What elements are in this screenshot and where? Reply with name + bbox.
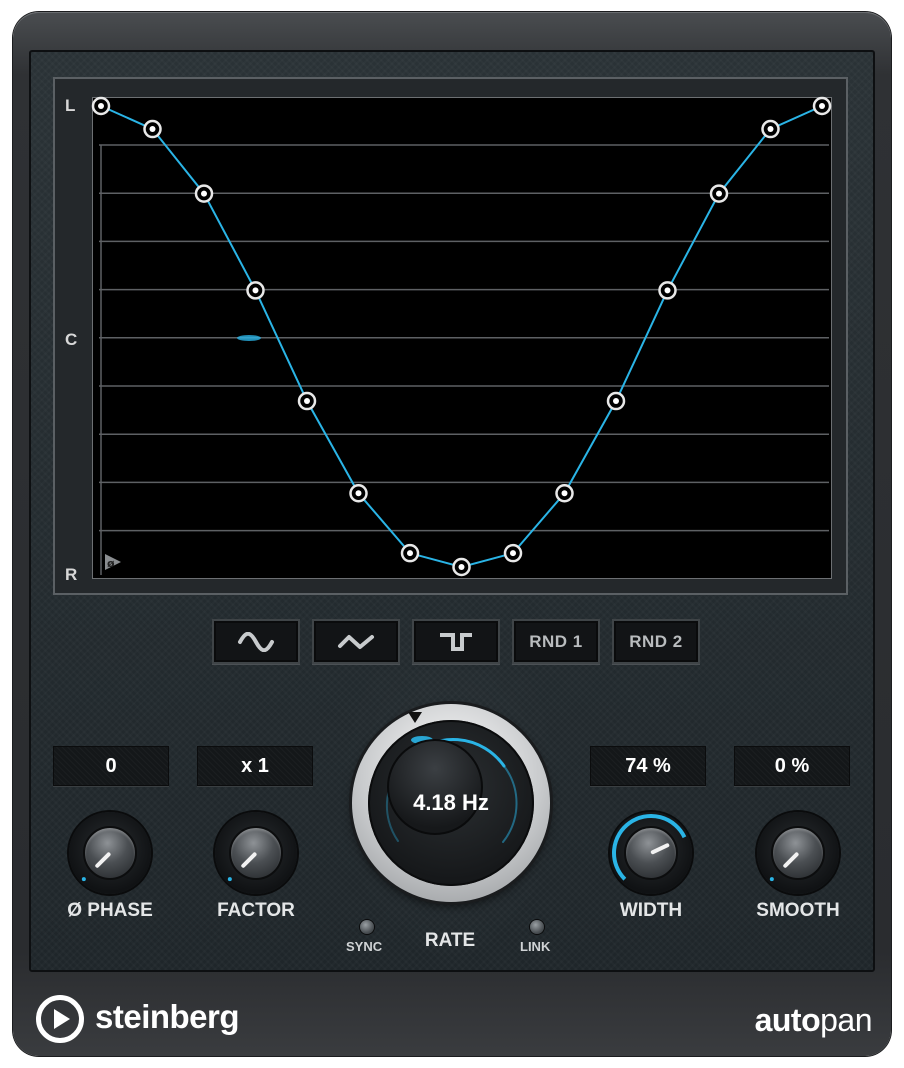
width-knob[interactable] — [610, 812, 692, 894]
link-label: LINK — [520, 939, 551, 954]
phase-knob[interactable] — [69, 812, 151, 894]
phase-value-display[interactable]: 0 — [53, 746, 169, 786]
curve-node[interactable] — [503, 543, 523, 563]
sync-button[interactable] — [360, 920, 374, 934]
smooth-value-display[interactable]: 0 % — [734, 746, 850, 786]
product-name-light: pan — [820, 1002, 872, 1038]
rate-value-display: 4.18 Hz — [413, 790, 489, 815]
curve-node[interactable] — [761, 119, 780, 139]
product-name-bold: auto — [754, 1002, 821, 1038]
smooth-label: SMOOTH — [756, 900, 840, 921]
curve-node[interactable] — [246, 281, 265, 300]
sine-wave-icon — [238, 631, 274, 652]
smooth-knob[interactable] — [757, 812, 839, 894]
square-wave-icon — [440, 632, 472, 651]
factor-value-display[interactable]: x 1 — [197, 746, 313, 786]
sine-shape-button[interactable] — [212, 619, 300, 664]
brand-name: steinberg — [95, 998, 240, 1035]
random2-shape-button[interactable]: RND 2 — [612, 619, 700, 664]
curve-node[interactable] — [194, 184, 214, 203]
curve-node[interactable] — [812, 96, 832, 116]
curve-node[interactable] — [555, 483, 574, 503]
curve-node[interactable] — [91, 96, 111, 116]
curve-node[interactable] — [297, 391, 317, 411]
rate-knob[interactable]: 4.18 Hz — [352, 704, 550, 902]
triangle-wave-icon — [338, 634, 374, 649]
steinberg-logo-icon — [36, 995, 84, 1043]
sync-label: SYNC — [346, 939, 383, 954]
random1-shape-button[interactable]: RND 1 — [512, 619, 600, 664]
curve-node[interactable] — [709, 184, 729, 203]
factor-knob[interactable] — [215, 812, 297, 894]
width-label: WIDTH — [619, 900, 683, 921]
curve-node[interactable] — [143, 119, 162, 139]
curve-node[interactable] — [400, 543, 420, 563]
triangle-shape-button[interactable] — [312, 619, 400, 664]
square-shape-button[interactable] — [412, 619, 500, 664]
curve-node[interactable] — [658, 281, 677, 300]
curve-node[interactable] — [606, 391, 626, 411]
curve-node[interactable] — [349, 483, 368, 503]
rate-label: RATE — [424, 930, 476, 951]
phase-label: Ø PHASE — [67, 900, 153, 921]
curve-node[interactable] — [452, 557, 471, 577]
width-value-display[interactable]: 74 % — [590, 746, 706, 786]
link-button[interactable] — [530, 920, 544, 934]
rate-pointer-icon — [408, 712, 422, 723]
playhead-marker — [237, 335, 261, 341]
product-name: autopan — [754, 1002, 873, 1039]
pan-curve-line — [100, 105, 823, 569]
factor-label: FACTOR — [217, 900, 295, 921]
